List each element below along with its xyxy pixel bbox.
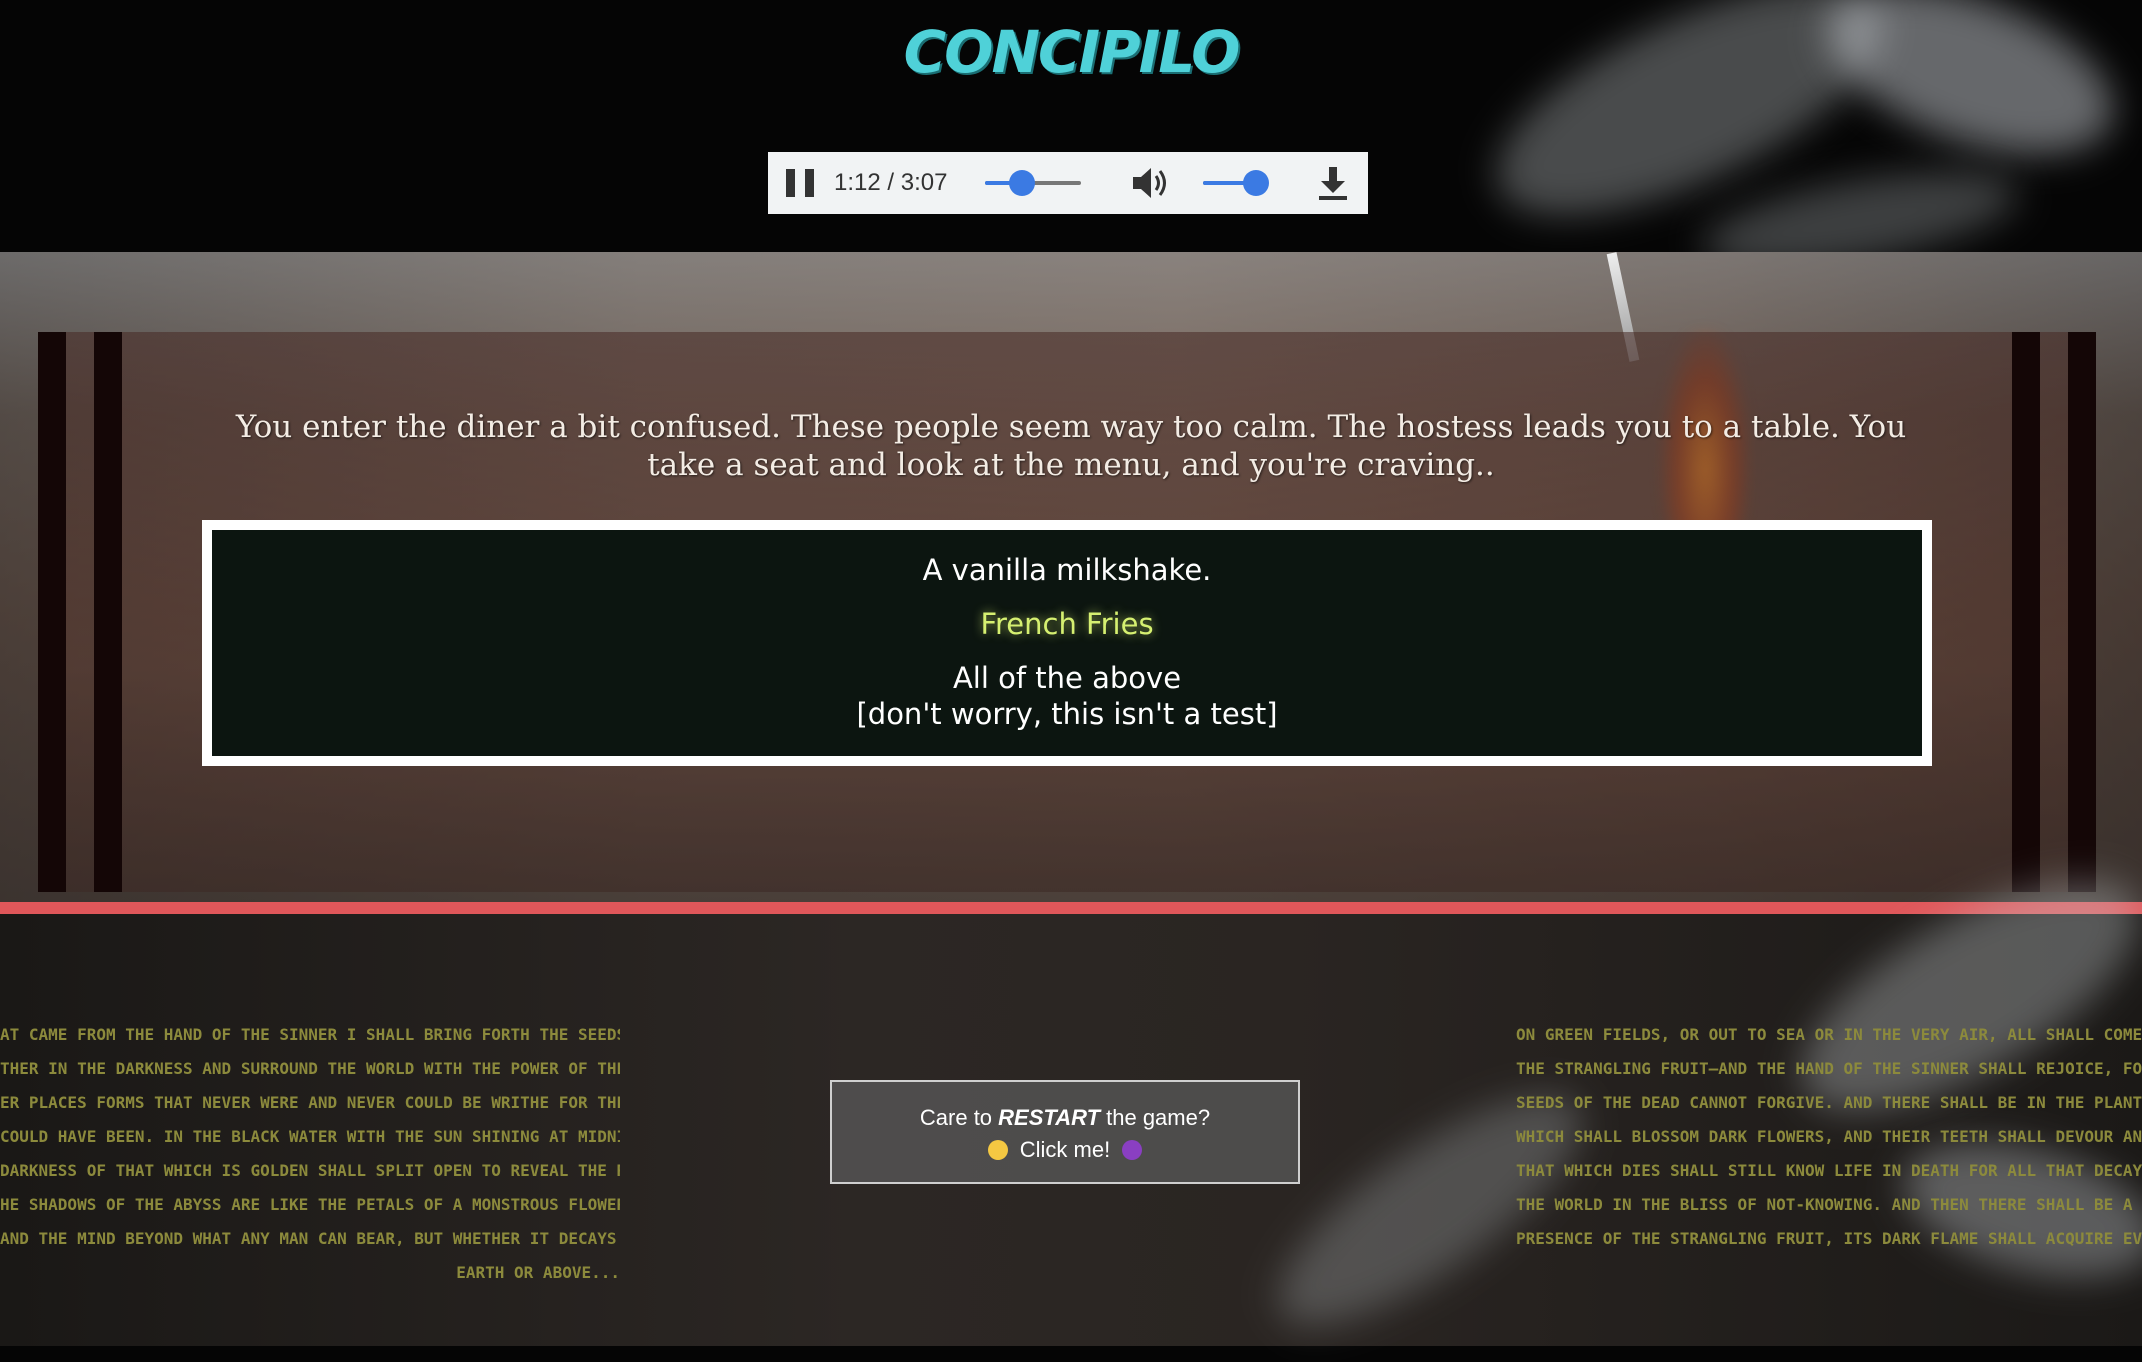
verse-line: SEEDS OF THE DEAD CANNOT FORGIVE. AND TH…: [1516, 1093, 2142, 1112]
angel-emoji-icon: [987, 1140, 1008, 1160]
verse-line: THER IN THE DARKNESS AND SURROUND THE WO…: [0, 1059, 620, 1078]
verse-line: WHICH SHALL BLOSSOM DARK FLOWERS, AND TH…: [1516, 1127, 2142, 1146]
choice-vanilla-milkshake[interactable]: A vanilla milkshake.: [212, 552, 1922, 588]
restart-text-pre: Care to: [919, 1105, 999, 1130]
choices-box: A vanilla milkshake. French Fries All of…: [202, 520, 1932, 766]
verse-line: DARKNESS OF THAT WHICH IS GOLDEN SHALL S…: [0, 1161, 620, 1180]
verse-line: AND THE MIND BEYOND WHAT ANY MAN CAN BEA…: [0, 1229, 620, 1248]
verse-line: COULD HAVE BEEN. IN THE BLACK WATER WITH…: [0, 1127, 620, 1146]
download-icon[interactable]: [1316, 165, 1350, 201]
verse-line: THE WORLD IN THE BLISS OF NOT-KNOWING. A…: [1516, 1195, 2142, 1214]
game-logo: CONCIPILO: [903, 18, 1241, 86]
restart-button[interactable]: Care to RESTART the game? Click me!: [830, 1080, 1300, 1184]
audio-player[interactable]: 1:12 / 3:07: [768, 152, 1368, 214]
verse-line: HE SHADOWS OF THE ABYSS ARE LIKE THE PET…: [0, 1195, 620, 1214]
verse-line: THAT WHICH DIES SHALL STILL KNOW LIFE IN…: [1516, 1161, 2142, 1180]
restart-click-me: Click me!: [1019, 1137, 1111, 1162]
pause-icon[interactable]: [786, 169, 814, 197]
restart-text-post: the game?: [1100, 1105, 1211, 1130]
audio-progress-knob[interactable]: [1009, 170, 1036, 196]
frame-bar: [2012, 332, 2040, 892]
choice-all-of-the-above[interactable]: All of the above: [212, 660, 1922, 696]
verse-line: PRESENCE OF THE STRANGLING FRUIT, ITS DA…: [1516, 1229, 2142, 1248]
choice-note: [don't worry, this isn't a test]: [856, 697, 1278, 731]
verse-line: ON GREEN FIELDS, OR OUT TO SEA OR IN THE…: [1516, 1025, 2142, 1044]
volume-slider[interactable]: [1203, 170, 1270, 196]
restart-text-bold: RESTART: [998, 1105, 1101, 1130]
verse-text-right: ON GREEN FIELDS, OR OUT TO SEA OR IN THE…: [1516, 1018, 2142, 1256]
frame-bar: [38, 332, 66, 892]
verse-line: THE STRANGLING FRUIT—AND THE HAND OF THE…: [1516, 1059, 2142, 1078]
verse-line: AT CAME FROM THE HAND OF THE SINNER I SH…: [0, 1025, 620, 1044]
volume-knob[interactable]: [1243, 170, 1270, 196]
verse-line: ER PLACES FORMS THAT NEVER WERE AND NEVE…: [0, 1093, 620, 1112]
verse-line: EARTH OR ABOVE...: [456, 1263, 620, 1282]
choice-french-fries[interactable]: French Fries: [212, 606, 1922, 642]
frame-bar: [2068, 332, 2096, 892]
audio-time: 1:12 / 3:07: [834, 169, 948, 196]
story-text: You enter the diner a bit confused. Thes…: [235, 409, 1907, 483]
volume-icon[interactable]: [1131, 165, 1173, 201]
verse-text-left: AT CAME FROM THE HAND OF THE SINNER I SH…: [0, 1018, 620, 1290]
devil-emoji-icon: [1122, 1140, 1143, 1160]
frame-bar: [94, 332, 122, 892]
divider-line: [0, 902, 2142, 914]
audio-progress-slider[interactable]: [985, 170, 1082, 196]
